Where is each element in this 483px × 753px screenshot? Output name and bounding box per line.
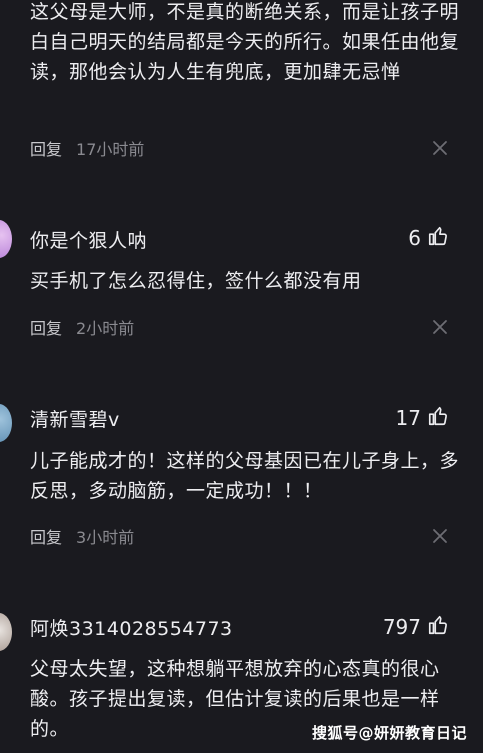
avatar[interactable] xyxy=(0,613,12,651)
like-button[interactable]: 6 xyxy=(408,225,449,251)
comment-text: 儿子能成才的！这样的父母基因已在儿子身上，多反思，多动脑筋，一定成功！！！ xyxy=(30,450,460,502)
comment-actions: 回复 2小时前 xyxy=(30,315,450,339)
avatar[interactable] xyxy=(0,220,12,258)
comment-time: 17小时前 xyxy=(76,140,145,159)
thumbs-up-icon xyxy=(427,614,449,640)
like-button[interactable]: 797 xyxy=(383,614,449,640)
username[interactable]: 阿焕3314028554773 xyxy=(30,614,233,641)
close-icon[interactable] xyxy=(430,317,450,337)
thumbs-up-icon xyxy=(427,225,449,251)
like-count: 6 xyxy=(408,226,421,250)
reply-button[interactable]: 回复 xyxy=(30,315,62,339)
close-icon[interactable] xyxy=(430,138,450,158)
like-count: 797 xyxy=(382,615,421,639)
username[interactable]: 你是个狠人呐 xyxy=(30,226,147,253)
like-count: 17 xyxy=(395,406,421,430)
comment-text: 买手机了怎么忍得住，签什么都没有用 xyxy=(30,270,362,292)
avatar[interactable] xyxy=(0,404,12,442)
comment-feed: 这父母是大师，不是真的断绝关系，而是让孩子明白自己明天的结局都是今天的所行。如果… xyxy=(0,0,483,753)
reply-button[interactable]: 回复 xyxy=(30,136,62,160)
comment-time: 2小时前 xyxy=(76,319,135,338)
like-button[interactable]: 17 xyxy=(396,405,449,431)
comment-time: 3小时前 xyxy=(76,528,135,547)
comment-actions: 回复 3小时前 xyxy=(30,524,450,548)
thumbs-up-icon xyxy=(427,405,449,431)
username[interactable]: 清新雪碧v xyxy=(30,405,120,432)
comment-text: 这父母是大师，不是真的断绝关系，而是让孩子明白自己明天的结局都是今天的所行。如果… xyxy=(30,1,460,83)
comment-actions: 回复 17小时前 xyxy=(30,136,450,160)
close-icon[interactable] xyxy=(430,526,450,546)
watermark: 搜狐号@妍妍教育日记 xyxy=(311,724,467,742)
reply-button[interactable]: 回复 xyxy=(30,524,62,548)
